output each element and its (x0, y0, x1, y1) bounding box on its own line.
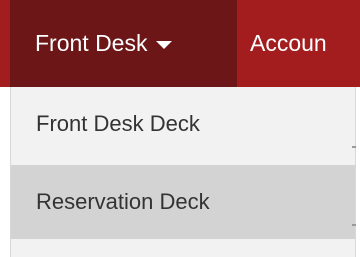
caret-down-icon (156, 41, 173, 49)
nav-front-desk[interactable]: Front Desk (10, 0, 237, 87)
top-navbar: Front Desk Accoun (0, 0, 360, 87)
background-edge-line (352, 146, 356, 148)
menu-item-label: Reservation Deck (36, 189, 210, 214)
nav-accounts[interactable]: Accoun (250, 0, 327, 87)
nav-accounts-label: Accoun (250, 30, 327, 56)
front-desk-dropdown-menu: Front Desk Deck Reservation Deck (10, 87, 356, 257)
background-edge-line (352, 224, 356, 226)
menu-item-label: Front Desk Deck (36, 111, 200, 136)
nav-front-desk-label: Front Desk (35, 30, 148, 56)
menu-item-reservation-deck[interactable]: Reservation Deck (11, 165, 355, 239)
menu-item-front-desk-deck[interactable]: Front Desk Deck (11, 87, 355, 161)
screen: Front Desk Accoun Front Desk Deck Reserv… (0, 0, 360, 257)
